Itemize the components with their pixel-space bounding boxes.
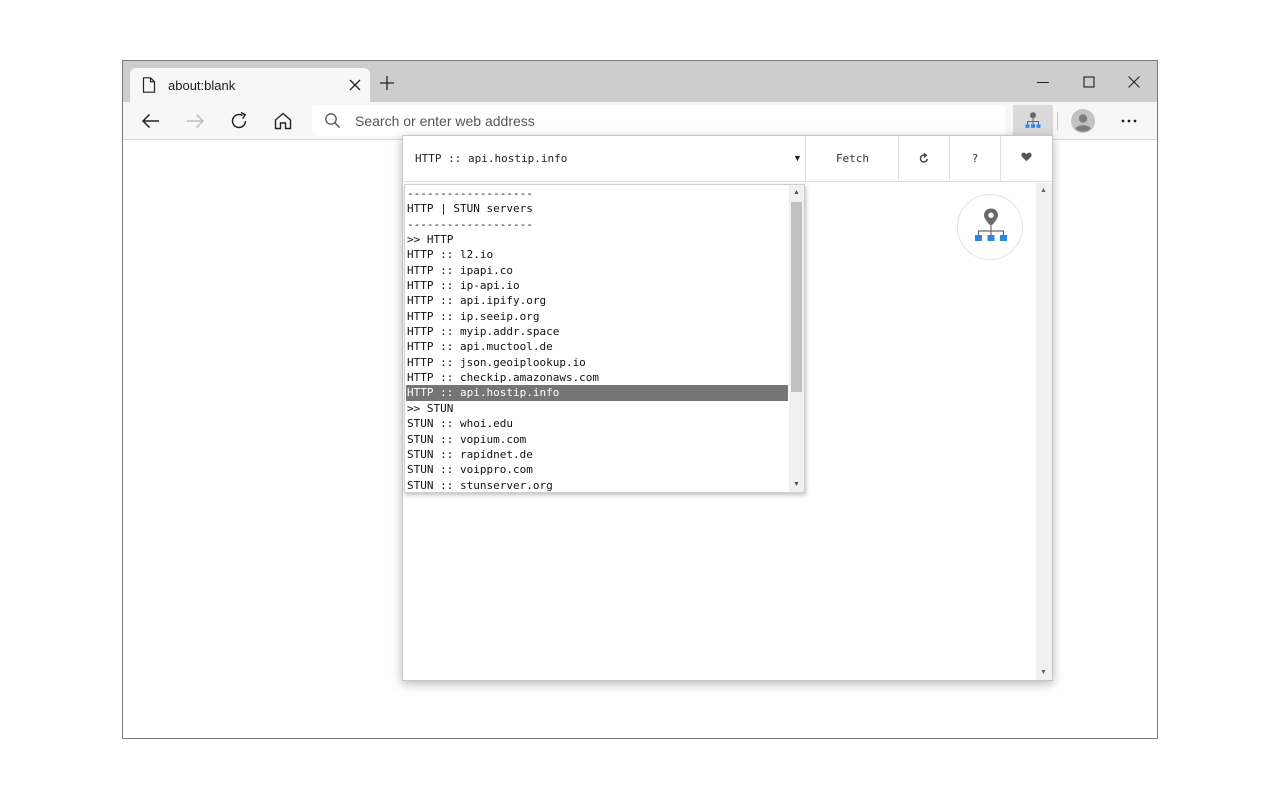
dropdown-option[interactable]: ------------------- [406,217,788,232]
dropdown-option[interactable]: HTTP :: ip.seeip.org [406,309,788,324]
toolbar-separator [1057,112,1058,130]
profile-icon[interactable] [1071,109,1095,133]
heart-icon [1021,152,1032,162]
more-icon[interactable] [1119,111,1139,131]
tab-about-blank[interactable]: about:blank [130,68,370,102]
dropdown-option[interactable]: HTTP :: l2.io [406,247,788,262]
page-icon [142,77,156,93]
dropdown-option[interactable]: STUN :: stunserver.org [406,478,788,492]
scrollbar-thumb[interactable] [791,202,802,392]
content-scrollbar[interactable]: ▲ ▼ [1036,183,1052,680]
dropdown-option[interactable]: HTTP :: ip-api.io [406,278,788,293]
support-button[interactable] [1001,136,1052,182]
tab-bar: about:blank [123,61,1157,102]
address-input[interactable] [355,105,995,136]
dropdown-option[interactable]: STUN :: rapidnet.de [406,447,788,462]
dropdown-options: ------------------- HTTP | STUN servers --… [406,186,788,492]
network-location-icon [975,208,1007,241]
source-select[interactable]: HTTP :: api.hostip.info ▼ [403,136,806,182]
extension-popup: HTTP :: api.hostip.info ▼ Fetch ? ------… [402,135,1053,681]
source-select-value: HTTP :: api.hostip.info [415,152,568,165]
reload-button[interactable] [899,136,950,182]
dropdown-option[interactable]: ------------------- [406,186,788,201]
network-logo [957,194,1023,260]
back-icon[interactable] [140,110,162,132]
dropdown-option[interactable]: STUN :: whoi.edu [406,416,788,431]
dropdown-option[interactable]: STUN :: voippro.com [406,462,788,477]
dropdown-option[interactable]: HTTP :: api.muctool.de [406,339,788,354]
tab-title: about:blank [168,78,236,93]
dropdown-option[interactable]: HTTP :: checkip.amazonaws.com [406,370,788,385]
address-bar[interactable] [312,105,1005,136]
scroll-up-arrow-icon[interactable]: ▲ [789,185,804,200]
dropdown-option[interactable]: >> STUN [406,401,788,416]
dropdown-scrollbar[interactable]: ▲ ▼ [789,185,804,492]
extension-icon [1025,112,1041,128]
dropdown-option[interactable]: HTTP :: api.ipify.org [406,293,788,308]
maximize-icon[interactable] [1080,73,1098,91]
source-dropdown-list[interactable]: ------------------- HTTP | STUN servers --… [404,184,805,493]
chevron-down-icon: ▼ [793,153,802,163]
close-icon[interactable] [346,76,364,94]
window-close-icon[interactable] [1125,73,1143,91]
dropdown-option[interactable]: STUN :: vopium.com [406,432,788,447]
scroll-down-arrow-icon[interactable]: ▼ [789,477,804,492]
popup-topbar: HTTP :: api.hostip.info ▼ Fetch ? [403,136,1052,182]
help-button[interactable]: ? [950,136,1001,182]
dropdown-option[interactable]: >> HTTP [406,232,788,247]
dropdown-option[interactable]: HTTP :: json.geoiplookup.io [406,355,788,370]
content-scroll-down-icon[interactable]: ▼ [1040,669,1047,676]
content-scroll-up-icon[interactable]: ▲ [1040,187,1047,194]
refresh-icon[interactable] [228,110,250,132]
forward-icon[interactable] [184,110,206,132]
home-icon[interactable] [272,110,294,132]
dropdown-option[interactable]: HTTP :: myip.addr.space [406,324,788,339]
plus-icon[interactable] [378,74,396,92]
minimize-icon[interactable] [1034,73,1052,91]
dropdown-option[interactable]: HTTP :: ipapi.co [406,263,788,278]
fetch-button[interactable]: Fetch [807,136,899,182]
extension-button[interactable] [1013,105,1053,136]
dropdown-option[interactable]: HTTP | STUN servers [406,201,788,216]
search-icon [325,113,340,128]
reload-icon [919,152,928,163]
dropdown-option[interactable]: HTTP :: api.hostip.info [406,385,788,401]
